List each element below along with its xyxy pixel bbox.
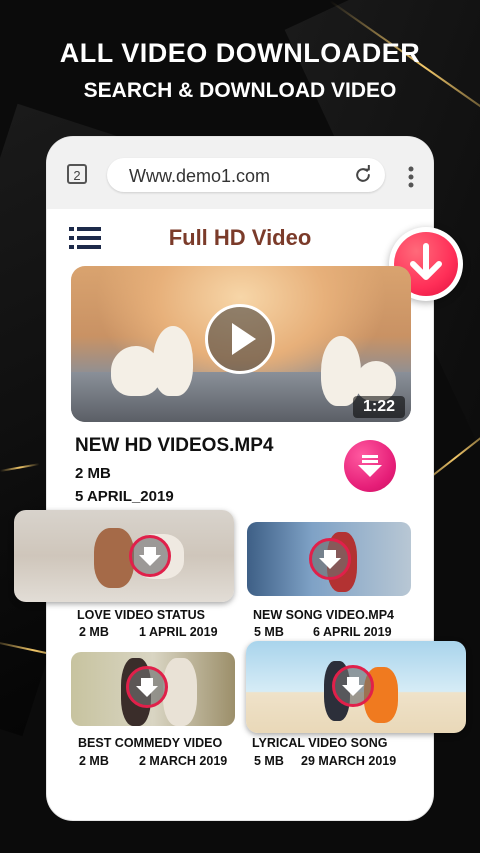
video-title: NEW SONG VIDEO.MP4 (253, 608, 394, 622)
video-thumbnail[interactable] (71, 652, 235, 726)
video-title: BEST COMMEDY VIDEO (78, 736, 223, 750)
video-date: 1 APRIL 2019 (139, 625, 218, 639)
video-date: 29 MARCH 2019 (301, 754, 397, 768)
reload-icon[interactable] (353, 165, 373, 185)
hero-subtitle: SEARCH & DOWNLOAD VIDEO (83, 79, 397, 102)
browser-toolbar: 2 Www.demo1.com (47, 137, 433, 209)
person-figure (163, 658, 197, 726)
url-field[interactable]: Www.demo1.com (107, 158, 385, 192)
download-icon (136, 678, 158, 697)
couple-figure (94, 528, 134, 588)
video-title: LYRICAL VIDEO SONG (252, 736, 388, 750)
download-icon (358, 455, 382, 477)
featured-download-button[interactable] (344, 440, 396, 492)
video-download-button[interactable] (332, 665, 374, 707)
download-icon (139, 547, 161, 566)
featured-file-size: 2 MB (75, 465, 111, 482)
video-duration: 1:22 (352, 396, 405, 418)
video-title: LOVE VIDEO STATUS (77, 608, 206, 622)
video-date: 6 APRIL 2019 (313, 625, 392, 639)
video-date: 2 MARCH 2019 (139, 754, 228, 768)
video-size: 5 MB (254, 625, 284, 639)
url-text: Www.demo1.com (129, 166, 271, 186)
video-thumbnail[interactable] (14, 510, 234, 602)
dancer-figure (356, 361, 396, 401)
video-size: 2 MB (79, 625, 109, 639)
download-icon (319, 550, 341, 569)
video-size: 2 MB (79, 754, 109, 768)
video-size: 5 MB (254, 754, 284, 768)
page-title: Full HD Video (168, 225, 312, 250)
featured-file-date: 5 APRIL_2019 (75, 488, 174, 505)
dancer-figure (153, 326, 193, 396)
video-thumbnail[interactable] (246, 641, 466, 733)
play-icon (232, 323, 256, 355)
play-button[interactable] (205, 304, 275, 374)
featured-file-name: NEW HD VIDEOS.MP4 (75, 435, 274, 456)
video-download-button[interactable] (129, 535, 171, 577)
video-download-button[interactable] (126, 666, 168, 708)
video-thumbnail[interactable] (247, 522, 411, 596)
video-download-button[interactable] (309, 538, 351, 580)
phone-frame: 2 Www.demo1.com Full HD Video 1:22 NEW H… (14, 137, 466, 820)
more-options-icon[interactable] (407, 166, 415, 188)
featured-video-thumbnail[interactable]: 1:22 (71, 266, 411, 422)
tab-count-button[interactable]: 2 (67, 164, 87, 184)
hero-title: ALL VIDEO DOWNLOADER (59, 38, 421, 68)
download-icon (342, 677, 364, 696)
